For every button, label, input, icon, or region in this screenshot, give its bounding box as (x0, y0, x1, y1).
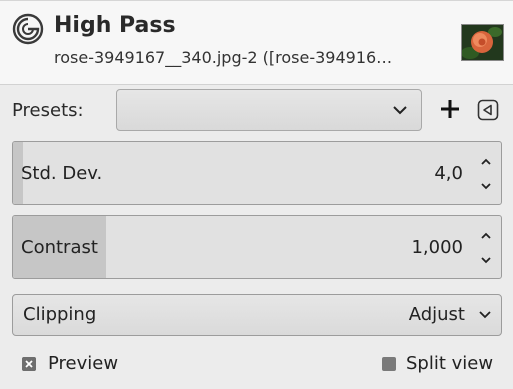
decrement-icon[interactable] (480, 180, 492, 192)
checkbox-unchecked-icon[interactable] (382, 357, 396, 371)
preset-menu-icon[interactable] (476, 98, 500, 122)
filter-dialog: High Pass rose-3949167__340.jpg-2 ([rose… (0, 0, 513, 389)
contrast-label: Contrast (21, 237, 98, 258)
std-dev-arrows (471, 142, 501, 204)
contrast-arrows (471, 216, 501, 278)
gimp-wilber-icon (12, 13, 44, 45)
increment-icon[interactable] (480, 230, 492, 242)
image-thumbnail (461, 24, 504, 61)
presets-dropdown[interactable] (116, 89, 422, 131)
preview-label: Preview (48, 353, 119, 374)
chevron-down-icon (393, 106, 407, 115)
add-preset-icon[interactable] (438, 95, 462, 123)
std-dev-value[interactable]: 4,0 (434, 162, 463, 186)
dialog-header: High Pass rose-3949167__340.jpg-2 ([rose… (0, 1, 513, 85)
std-dev-spinscale[interactable]: Std. Dev. 4,0 (12, 141, 502, 205)
increment-icon[interactable] (480, 156, 492, 168)
std-dev-label: Std. Dev. (21, 163, 103, 184)
clipping-value: Adjust (408, 304, 465, 325)
presets-row: Presets: (0, 85, 513, 137)
decrement-icon[interactable] (480, 254, 492, 266)
image-name: rose-3949167__340.jpg-2 ([rose-394916… (54, 48, 393, 67)
split-view-label: Split view (406, 353, 494, 374)
rose-thumbnail-icon (462, 25, 503, 60)
contrast-spinscale[interactable]: Contrast 1,000 (12, 215, 502, 279)
chevron-down-icon (479, 311, 491, 319)
contrast-value[interactable]: 1,000 (411, 236, 463, 260)
checkbox-checked-icon[interactable] (22, 357, 36, 371)
presets-label: Presets: (12, 100, 84, 121)
clipping-dropdown[interactable]: Clipping Adjust (12, 294, 502, 336)
dialog-title: High Pass (54, 13, 176, 38)
clipping-label: Clipping (23, 304, 97, 325)
